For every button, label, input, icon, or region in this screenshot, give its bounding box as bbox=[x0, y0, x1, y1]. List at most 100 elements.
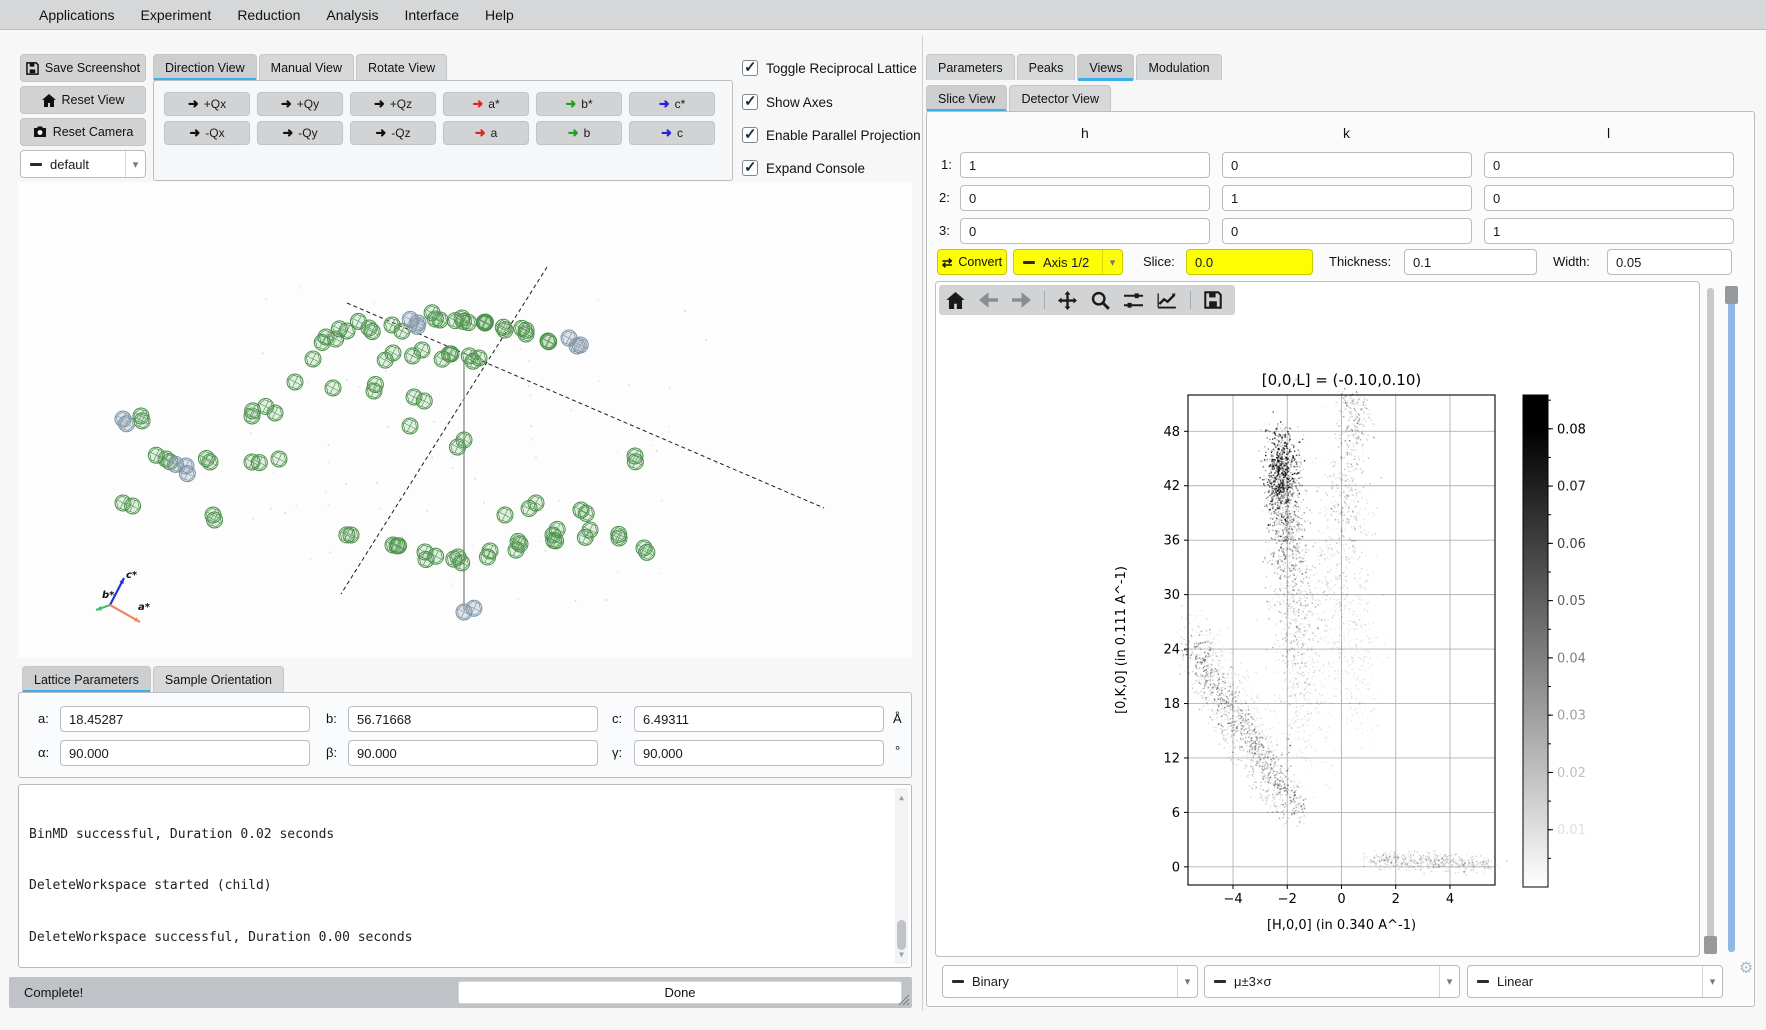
tab-manual-view[interactable]: Manual View bbox=[259, 54, 354, 80]
slice-field[interactable] bbox=[1186, 249, 1313, 275]
tab-views[interactable]: Views bbox=[1077, 54, 1134, 80]
tab-lattice-parameters[interactable]: Lattice Parameters bbox=[22, 666, 151, 692]
menu-help[interactable]: Help bbox=[472, 0, 527, 30]
resize-grip[interactable] bbox=[898, 994, 910, 1006]
normalization-combobox[interactable]: Binary ▾ bbox=[942, 965, 1198, 998]
dir-c-button[interactable]: ➜c bbox=[629, 121, 715, 145]
convert-button[interactable]: ⇄ Convert bbox=[937, 249, 1007, 275]
width-label: Width: bbox=[1553, 254, 1590, 269]
tab-detector-view[interactable]: Detector View bbox=[1009, 85, 1111, 111]
tab-parameters[interactable]: Parameters bbox=[926, 54, 1015, 80]
right-range-slider[interactable] bbox=[1728, 288, 1735, 952]
c-label: c: bbox=[612, 711, 622, 726]
left-range-slider[interactable] bbox=[1707, 288, 1714, 952]
a-star-axis-label: a* bbox=[138, 602, 151, 613]
dir-minus-qz-button[interactable]: ➜-Qz bbox=[350, 121, 436, 145]
dir-b-star-button[interactable]: ➜b* bbox=[536, 92, 622, 116]
views-subtabbar: Slice View Detector View bbox=[926, 85, 1111, 111]
gamma-field[interactable] bbox=[634, 740, 884, 766]
subplots-tool-icon[interactable] bbox=[1124, 292, 1143, 309]
console-log[interactable]: BinMD successful, Duration 0.02 seconds … bbox=[18, 784, 912, 968]
a-field[interactable] bbox=[60, 706, 310, 732]
dir-plus-qx-button[interactable]: ➜+Qx bbox=[164, 92, 250, 116]
matrix-1k-field[interactable] bbox=[1222, 152, 1472, 178]
tab-peaks[interactable]: Peaks bbox=[1017, 54, 1076, 80]
customize-plot-tool-icon[interactable] bbox=[1157, 292, 1177, 309]
b-field[interactable] bbox=[348, 706, 598, 732]
width-field[interactable] bbox=[1607, 249, 1732, 275]
right-main-tabbar: Parameters Peaks Views Modulation bbox=[926, 54, 1222, 80]
b-label: b: bbox=[326, 711, 337, 726]
matrix-1h-field[interactable] bbox=[960, 152, 1210, 178]
forward-tool-icon[interactable] bbox=[1012, 292, 1031, 308]
console-scrollbar[interactable]: ▲ ▼ bbox=[895, 788, 908, 964]
dir-label: +Qy bbox=[297, 97, 319, 111]
save-plot-tool-icon[interactable] bbox=[1204, 291, 1222, 309]
gear-icon[interactable]: ⚙ bbox=[1739, 958, 1753, 978]
preset-combobox[interactable]: default ▾ bbox=[20, 150, 146, 178]
reset-camera-button[interactable]: Reset Camera bbox=[20, 118, 146, 146]
matrix-2k-field[interactable] bbox=[1222, 185, 1472, 211]
matrix-1l-field[interactable] bbox=[1484, 152, 1734, 178]
expand-console-checkbox[interactable]: Expand Console bbox=[742, 160, 865, 176]
row2-label: 2: bbox=[939, 190, 950, 205]
tab-sample-orientation[interactable]: Sample Orientation bbox=[153, 666, 284, 692]
menu-interface[interactable]: Interface bbox=[392, 0, 472, 30]
dir-label: a* bbox=[488, 97, 499, 111]
menu-reduction[interactable]: Reduction bbox=[224, 0, 313, 30]
alpha-label: α: bbox=[38, 745, 49, 760]
dir-minus-qx-button[interactable]: ➜-Qx bbox=[164, 121, 250, 145]
dash-icon bbox=[30, 163, 42, 166]
scroll-down-icon[interactable]: ▼ bbox=[895, 946, 908, 963]
tab-rotate-view[interactable]: Rotate View bbox=[356, 54, 447, 80]
show-axes-checkbox[interactable]: Show Axes bbox=[742, 94, 833, 110]
c-field[interactable] bbox=[634, 706, 884, 732]
dash-icon bbox=[952, 980, 964, 983]
right-range-slider-handle[interactable] bbox=[1725, 286, 1738, 304]
dir-plus-qz-button[interactable]: ➜ +Qz bbox=[350, 92, 436, 116]
home-tool-icon[interactable] bbox=[946, 292, 965, 309]
slice-plot-canvas[interactable] bbox=[1105, 345, 1680, 945]
matrix-3k-field[interactable] bbox=[1222, 218, 1472, 244]
matrix-3h-field[interactable] bbox=[960, 218, 1210, 244]
tab-direction-view[interactable]: Direction View bbox=[153, 54, 257, 80]
dir-a-button[interactable]: ➜a bbox=[443, 121, 529, 145]
dir-b-button[interactable]: ➜b bbox=[536, 121, 622, 145]
beta-field[interactable] bbox=[348, 740, 598, 766]
dir-a-star-button[interactable]: ➜ a* bbox=[443, 92, 529, 116]
save-screenshot-button[interactable]: Save Screenshot bbox=[20, 54, 146, 82]
menu-experiment[interactable]: Experiment bbox=[128, 0, 225, 30]
back-tool-icon[interactable] bbox=[979, 292, 998, 308]
checkbox-icon bbox=[742, 160, 758, 176]
menu-analysis[interactable]: Analysis bbox=[313, 0, 391, 30]
matrix-2h-field[interactable] bbox=[960, 185, 1210, 211]
dir-label: +Qz bbox=[390, 97, 412, 111]
arrow-right-icon: ➜ bbox=[374, 96, 385, 112]
panel-splitter[interactable] bbox=[922, 36, 923, 1011]
left-range-slider-handle[interactable] bbox=[1704, 936, 1717, 954]
dir-c-star-button[interactable]: ➜c* bbox=[629, 92, 715, 116]
reset-view-button[interactable]: Reset View bbox=[20, 86, 146, 114]
alpha-field[interactable] bbox=[60, 740, 310, 766]
arrow-right-icon: ➜ bbox=[282, 125, 293, 141]
thickness-field[interactable] bbox=[1404, 249, 1537, 275]
matrix-3l-field[interactable] bbox=[1484, 218, 1734, 244]
enable-parallel-projection-checkbox[interactable]: Enable Parallel Projection bbox=[742, 127, 921, 143]
axis-combobox[interactable]: Axis 1/2 ▾ bbox=[1013, 249, 1123, 275]
menu-applications[interactable]: Applications bbox=[26, 0, 128, 30]
beta-label: β: bbox=[326, 745, 337, 760]
scale-combobox[interactable]: Linear ▾ bbox=[1467, 965, 1723, 998]
dir-plus-qy-button[interactable]: ➜+Qy bbox=[257, 92, 343, 116]
pan-tool-icon[interactable] bbox=[1058, 291, 1077, 310]
clim-combobox[interactable]: μ±3×σ ▾ bbox=[1204, 965, 1460, 998]
zoom-tool-icon[interactable] bbox=[1091, 291, 1110, 310]
tab-slice-view[interactable]: Slice View bbox=[926, 85, 1007, 111]
toggle-reciprocal-lattice-checkbox[interactable]: Toggle Reciprocal Lattice bbox=[742, 60, 917, 76]
arrow-right-icon: ➜ bbox=[472, 96, 483, 112]
lattice-3d-viewport[interactable]: c*b*a* bbox=[18, 182, 912, 658]
matrix-2l-field[interactable] bbox=[1484, 185, 1734, 211]
tab-modulation[interactable]: Modulation bbox=[1136, 54, 1221, 80]
scroll-up-icon[interactable]: ▲ bbox=[895, 789, 908, 806]
reset-camera-label: Reset Camera bbox=[53, 125, 134, 139]
dir-minus-qy-button[interactable]: ➜-Qy bbox=[257, 121, 343, 145]
